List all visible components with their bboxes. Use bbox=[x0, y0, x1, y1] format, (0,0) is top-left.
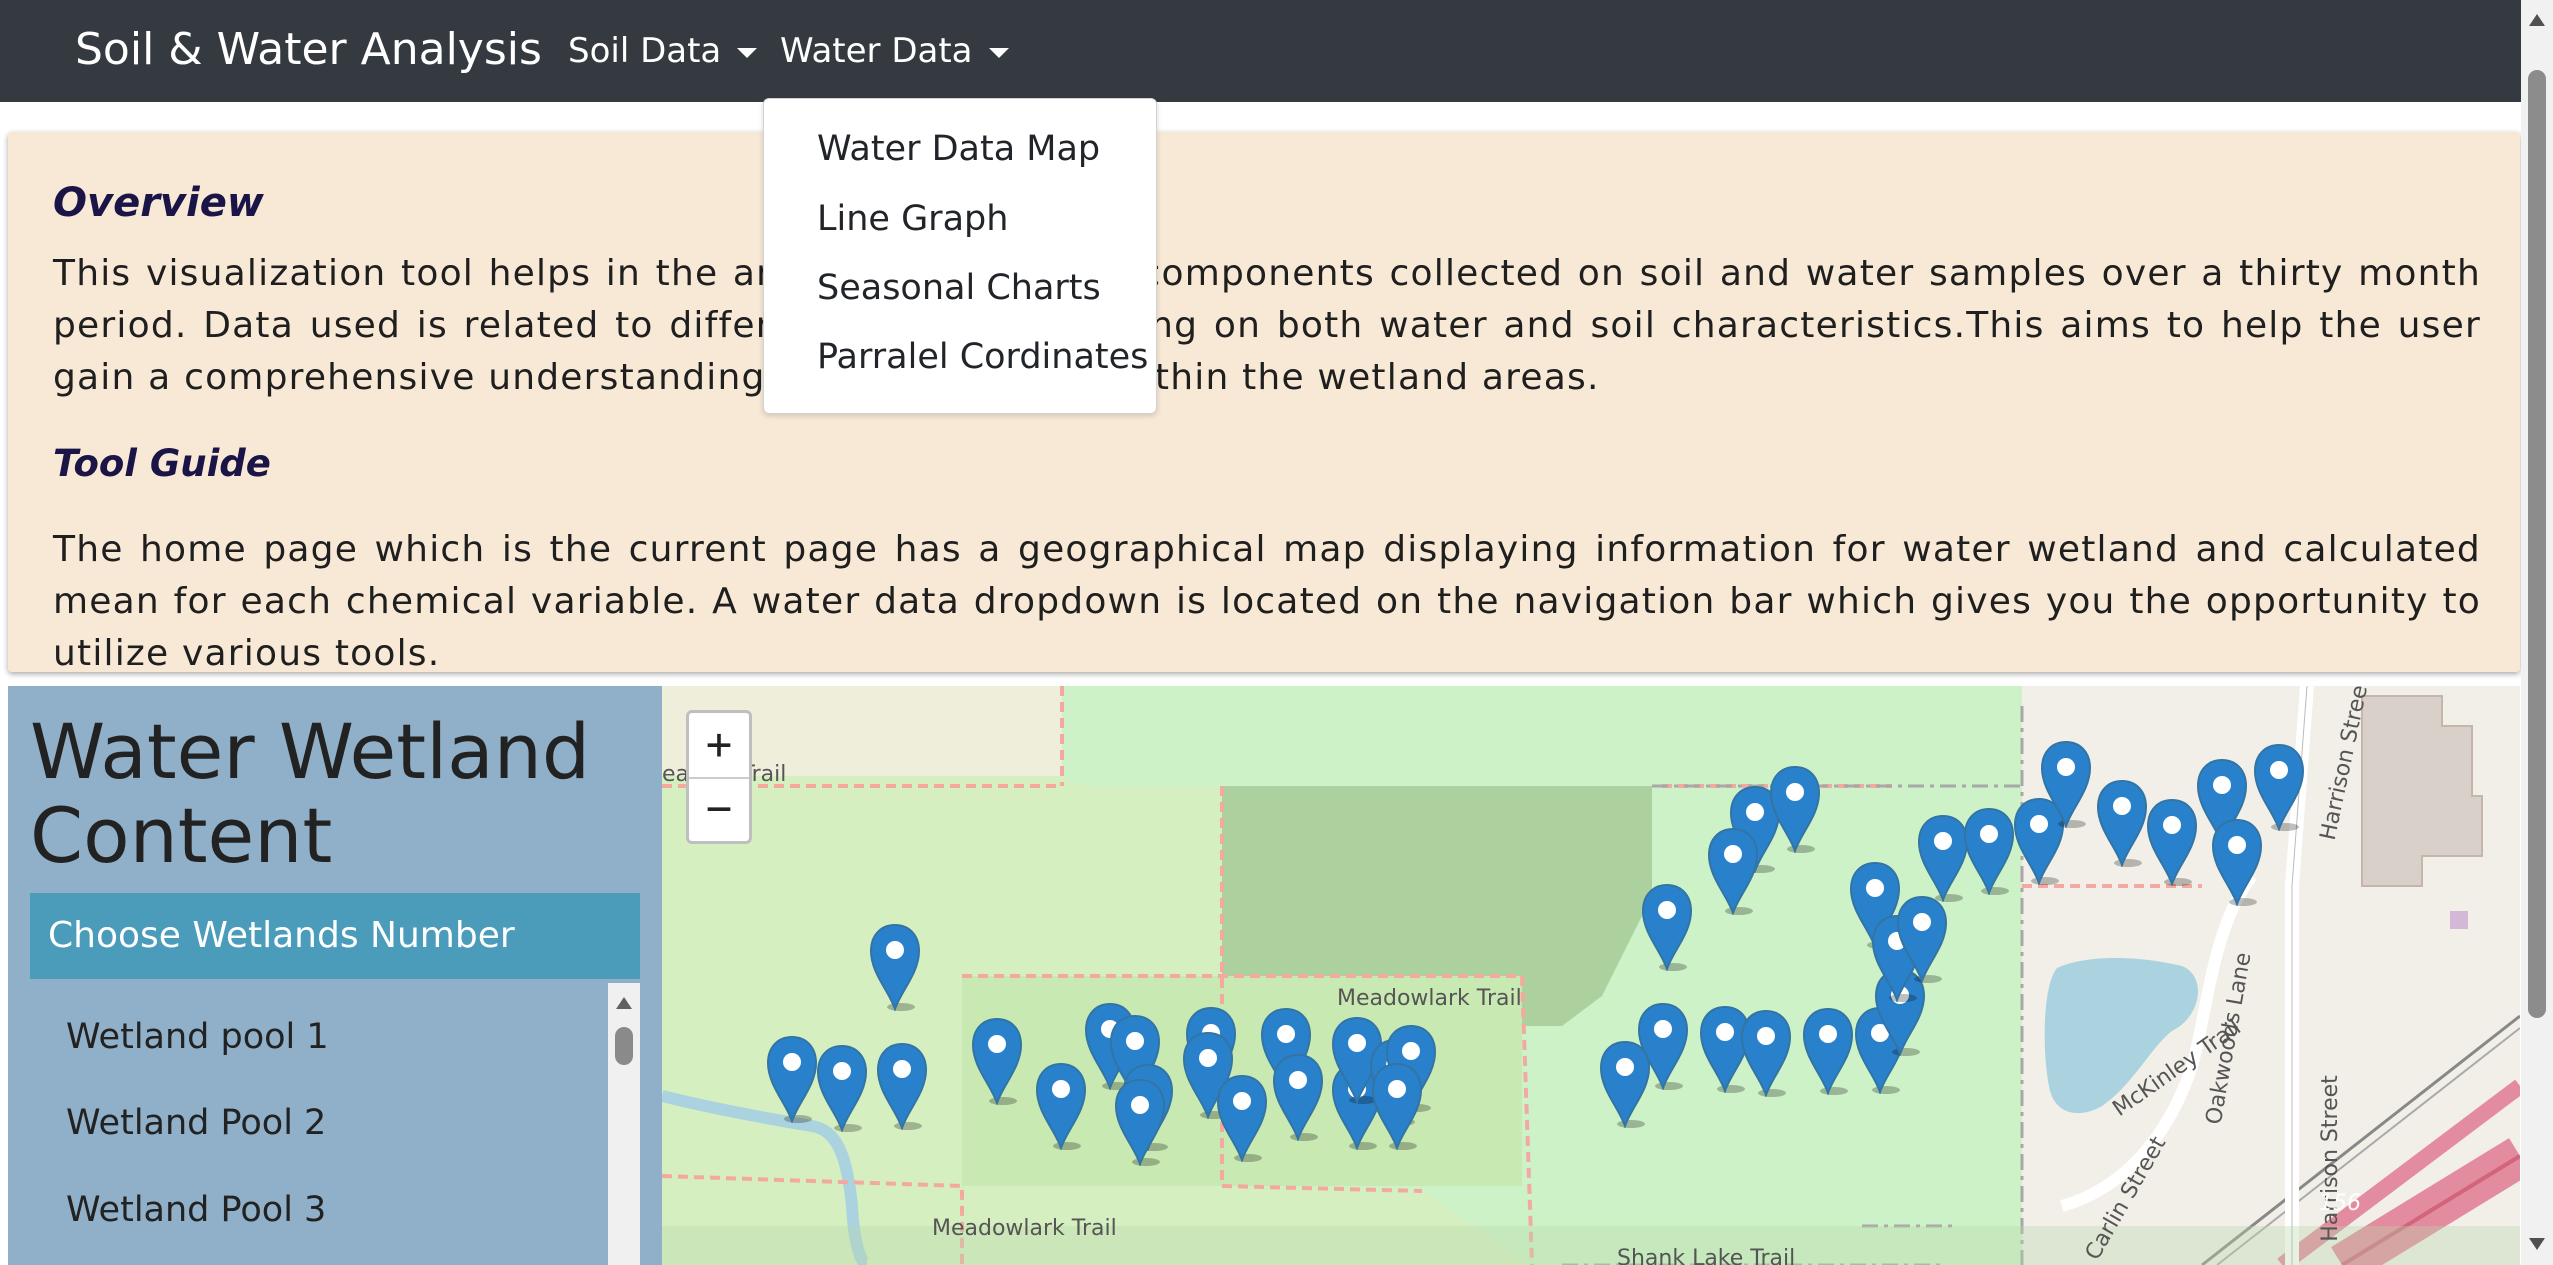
map-pin-icon[interactable] bbox=[1894, 893, 1950, 983]
menu-item-line-graph[interactable]: Line Graph bbox=[817, 199, 1008, 239]
map-pin-icon[interactable] bbox=[1033, 1060, 1089, 1150]
wetland-pool-list[interactable]: Wetland pool 1 Wetland Pool 2 Wetland Po… bbox=[30, 983, 618, 1265]
map-pin-icon[interactable] bbox=[2144, 796, 2200, 886]
map-pin-icon[interactable] bbox=[2038, 738, 2094, 828]
caret-down-icon bbox=[737, 47, 758, 58]
wetland-sidebar: Water Wetland Content Choose Wetlands Nu… bbox=[8, 686, 662, 1265]
map-pin-icon[interactable] bbox=[1767, 763, 1823, 853]
map-label-meadowlark: Meadowlark Trail bbox=[1337, 986, 1522, 1011]
choose-wetlands-button[interactable]: Choose Wetlands Number bbox=[30, 893, 640, 979]
nav-soil-data-dropdown[interactable]: Soil Data bbox=[568, 31, 758, 71]
caret-down-icon bbox=[988, 47, 1009, 58]
tool-guide-title: Tool Guide bbox=[53, 442, 271, 485]
menu-item-seasonal-charts[interactable]: Seasonal Charts bbox=[817, 268, 1101, 308]
map-pin-icon[interactable] bbox=[764, 1033, 820, 1123]
page-scrollbar[interactable] bbox=[2521, 0, 2553, 1265]
nav-soil-label: Soil Data bbox=[568, 31, 722, 71]
map-pin-icon[interactable] bbox=[1961, 805, 2017, 895]
map-label-meadowlark-bottom: Meadowlark Trail bbox=[932, 1216, 1117, 1241]
overview-text: This visualization tool helps in the ana… bbox=[53, 253, 2481, 398]
zoom-out-button[interactable]: − bbox=[689, 777, 749, 841]
map-pin-icon[interactable] bbox=[1705, 825, 1761, 915]
map-pin-icon[interactable] bbox=[1112, 1076, 1168, 1166]
water-wetland-map[interactable]: eadow Trail Meadowlark Trail Meadowlark … bbox=[662, 686, 2520, 1265]
pool-list-scrollbar[interactable] bbox=[608, 983, 640, 1265]
map-pin-icon[interactable] bbox=[2094, 777, 2150, 867]
scroll-down-arrow-icon[interactable] bbox=[2529, 1238, 2545, 1250]
map-pin-icon[interactable] bbox=[1800, 1005, 1856, 1095]
overview-card: Overview This visualization tool helps i… bbox=[8, 132, 2520, 674]
map-label-route: 156 bbox=[2319, 1191, 2361, 1216]
tool-guide-text: The home page which is the current page … bbox=[53, 529, 2481, 674]
map-pin-icon[interactable] bbox=[1738, 1007, 1794, 1097]
menu-item-parallel-coordinates[interactable]: Parralel Cordinates bbox=[817, 337, 1148, 377]
scroll-thumb[interactable] bbox=[615, 1027, 633, 1065]
scroll-up-arrow-icon[interactable] bbox=[616, 997, 632, 1009]
map-pin-icon[interactable] bbox=[1369, 1060, 1425, 1150]
map-pin-icon[interactable] bbox=[867, 921, 923, 1011]
menu-item-water-data-map[interactable]: Water Data Map bbox=[817, 129, 1100, 169]
map-pin-icon[interactable] bbox=[2251, 741, 2307, 831]
navbar: Soil & Water Analysis Soil Data Water Da… bbox=[0, 0, 2553, 102]
page-scroll-thumb[interactable] bbox=[2528, 70, 2546, 1018]
map-pin-icon[interactable] bbox=[1639, 881, 1695, 971]
map-label-harrison-right: Harrison Street bbox=[2317, 1075, 2343, 1242]
brand-title[interactable]: Soil & Water Analysis bbox=[75, 24, 542, 75]
map-pin-icon[interactable] bbox=[874, 1040, 930, 1130]
water-data-dropdown-menu: Water Data Map Line Graph Seasonal Chart… bbox=[763, 98, 1157, 414]
zoom-control: + − bbox=[686, 710, 752, 844]
map-pin-icon[interactable] bbox=[1597, 1038, 1653, 1128]
nav-water-data-dropdown[interactable]: Water Data bbox=[780, 31, 1009, 71]
list-item-wetland-pool-2[interactable]: Wetland Pool 2 bbox=[66, 1103, 326, 1143]
list-item-wetland-pool-1[interactable]: Wetland pool 1 bbox=[66, 1017, 329, 1057]
list-item-wetland-pool-3[interactable]: Wetland Pool 3 bbox=[66, 1190, 326, 1230]
map-pin-icon[interactable] bbox=[814, 1042, 870, 1132]
map-label-shank-lake: Shank Lake Trail bbox=[1617, 1246, 1796, 1265]
map-pin-icon[interactable] bbox=[969, 1015, 1025, 1105]
overview-title: Overview bbox=[53, 180, 264, 226]
sidebar-title: Water Wetland Content bbox=[30, 707, 591, 880]
scroll-up-arrow-icon[interactable] bbox=[2529, 14, 2545, 26]
nav-water-label: Water Data bbox=[780, 31, 973, 71]
map-pin-icon[interactable] bbox=[1270, 1051, 1326, 1141]
zoom-in-button[interactable]: + bbox=[689, 713, 749, 779]
